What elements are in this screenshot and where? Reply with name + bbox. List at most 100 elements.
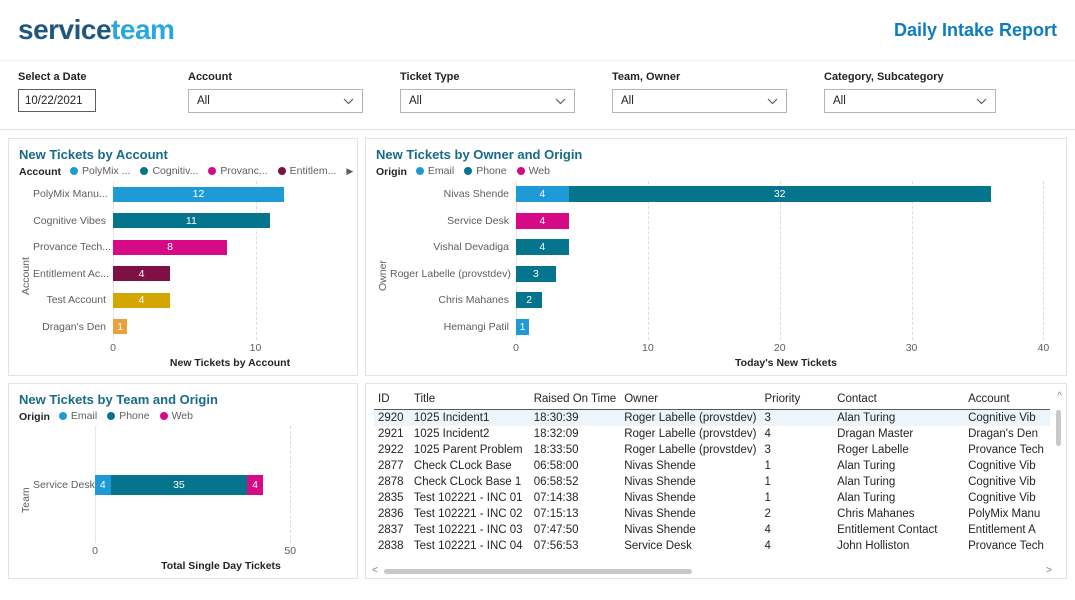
ticket-type-filter-dropdown[interactable]: All bbox=[400, 89, 575, 113]
column-header[interactable]: Raised On Time bbox=[529, 390, 621, 410]
column-header[interactable]: Contact bbox=[833, 390, 965, 410]
y-axis-title: Owner bbox=[377, 260, 389, 292]
legend-item[interactable]: Provanc... bbox=[208, 165, 268, 177]
bar-segment[interactable]: 35 bbox=[110, 474, 248, 495]
category-filter-dropdown[interactable]: All bbox=[824, 89, 996, 113]
bar-segment[interactable]: 4 bbox=[516, 212, 569, 229]
legend-label: Email bbox=[427, 165, 455, 177]
bar-track: 4 bbox=[113, 292, 341, 308]
bar-segment[interactable]: 8 bbox=[113, 239, 227, 255]
table-cell: 07:15:13 bbox=[533, 507, 579, 520]
table-cell: 1 bbox=[764, 459, 771, 472]
table-row[interactable]: 2877 Check CLock Base 06:58:00 Nivas Shende… bbox=[374, 458, 1050, 474]
bar-segment[interactable]: 4 bbox=[113, 266, 170, 282]
axis-tick-label: 30 bbox=[905, 342, 918, 354]
legend-dot-icon bbox=[140, 167, 149, 175]
dropdown-value: All bbox=[409, 95, 422, 107]
table-row[interactable]: 2920 1025 Incident1 18:30:39 Roger Labelle … bbox=[374, 409, 1050, 426]
bar-segment[interactable]: 3 bbox=[516, 265, 556, 282]
column-header[interactable]: ID bbox=[374, 390, 410, 410]
legend-dot-icon bbox=[107, 412, 116, 420]
chevron-down-icon bbox=[343, 98, 354, 104]
legend-item[interactable]: Phone bbox=[107, 410, 150, 422]
bar-rows: PolyMix Manu... 12 Cognitive Vibes 11 Provan… bbox=[33, 181, 347, 340]
table-cell: Alan Turing bbox=[837, 459, 896, 472]
filter-label: Select a Date bbox=[18, 71, 87, 83]
table-cell: 2922 bbox=[378, 443, 404, 456]
bar-segment[interactable]: 4 bbox=[247, 474, 263, 495]
legend-label: Web bbox=[171, 410, 193, 422]
legend-dot-icon bbox=[70, 167, 78, 175]
bar-segment[interactable]: 4 bbox=[516, 239, 569, 256]
table-cell: 1025 Parent Problem bbox=[413, 443, 523, 456]
bar-segment[interactable]: 11 bbox=[113, 213, 270, 229]
table-cell: 18:33:50 bbox=[533, 443, 579, 456]
filter-label: Account bbox=[188, 71, 232, 83]
table-cell: 07:14:38 bbox=[533, 491, 579, 504]
dropdown-value: All bbox=[621, 95, 634, 107]
filter-team-owner: Team, Owner All bbox=[612, 71, 824, 113]
chart-title: New Tickets by Account bbox=[19, 147, 168, 162]
column-header[interactable]: Title bbox=[409, 390, 530, 410]
column-header[interactable]: Owner bbox=[620, 390, 761, 410]
legend-item[interactable]: Phone bbox=[464, 165, 507, 177]
table-row[interactable]: 2921 1025 Incident2 18:32:09 Roger Labelle … bbox=[374, 426, 1050, 442]
legend-more-arrow[interactable]: ▶ bbox=[346, 166, 353, 177]
legend-item[interactable]: Entitlem... bbox=[277, 165, 336, 177]
report-title: Daily Intake Report bbox=[893, 19, 1057, 40]
legend-item[interactable]: Web bbox=[159, 410, 193, 422]
table-cell: Nivas Shende bbox=[624, 491, 696, 504]
bar-row: Service Desk 4 bbox=[390, 212, 1056, 229]
bar-row: Cognitive Vibes 11 bbox=[33, 213, 347, 229]
bar-segment[interactable]: 2 bbox=[516, 292, 543, 309]
bar-segment[interactable]: 4 bbox=[516, 186, 569, 203]
column-header[interactable]: Priority bbox=[760, 390, 834, 410]
logo-part-service: service bbox=[18, 14, 112, 45]
legend-item[interactable]: Email bbox=[415, 165, 455, 177]
legend-dot-icon bbox=[516, 167, 525, 175]
bar-segment[interactable]: 32 bbox=[568, 186, 991, 203]
bar-row: Dragan's Den 1 bbox=[33, 319, 347, 335]
horizontal-scrollbar-thumb[interactable] bbox=[384, 569, 692, 574]
bar-segment[interactable]: 1 bbox=[113, 319, 128, 335]
chart-plot: Owner Nivas Shende 4 32 Service Desk 4 Vishal… bbox=[376, 181, 1056, 371]
date-input[interactable] bbox=[18, 89, 96, 112]
account-filter-dropdown[interactable]: All bbox=[188, 89, 363, 113]
table-row[interactable]: 2837 Test 102221 - INC 03 07:47:50 Nivas Sh… bbox=[374, 522, 1050, 538]
column-header[interactable]: Account bbox=[964, 390, 1050, 410]
legend-label: Provanc... bbox=[220, 165, 268, 177]
filter-select-a-date: Select a Date bbox=[18, 71, 188, 113]
team-owner-filter-dropdown[interactable]: All bbox=[612, 89, 787, 113]
chart-legend: Origin Email Phone Web bbox=[376, 165, 1056, 178]
filter-bar: Select a Date Account All Ticket Type Al… bbox=[0, 61, 1075, 130]
legend-item[interactable]: PolyMix ... bbox=[70, 165, 130, 177]
legend-dot-icon bbox=[159, 412, 168, 420]
bar-segment[interactable]: 12 bbox=[113, 186, 284, 202]
table-row[interactable]: 2878 Check CLock Base 1 06:58:52 Nivas Shen… bbox=[374, 474, 1050, 490]
bar-track: 1 bbox=[113, 319, 341, 335]
table-row[interactable]: 2838 Test 102221 - INC 04 07:56:53 Service … bbox=[374, 538, 1050, 554]
category-label: Vishal Devadiga bbox=[433, 241, 509, 254]
legend-dot-icon bbox=[415, 167, 424, 175]
table-cell: Chris Mahanes bbox=[837, 507, 915, 520]
table-row[interactable]: 2836 Test 102221 - INC 02 07:15:13 Nivas Sh… bbox=[374, 506, 1050, 522]
bar-segment[interactable]: 4 bbox=[95, 474, 111, 495]
legend-item[interactable]: Web bbox=[516, 165, 550, 177]
table-cell: Alan Turing bbox=[837, 475, 896, 488]
bar-segment[interactable]: 1 bbox=[516, 318, 530, 335]
scroll-right-icon[interactable]: > bbox=[1046, 566, 1052, 576]
bar-segment[interactable]: 4 bbox=[113, 292, 170, 308]
category-label: Dragan's Den bbox=[42, 320, 106, 333]
legend-item[interactable]: Cognitiv... bbox=[140, 165, 198, 177]
bar-track: 4 bbox=[516, 212, 1050, 229]
legend-item[interactable]: Email bbox=[58, 410, 97, 422]
table-row[interactable]: 2922 1025 Parent Problem 18:33:50 Roger Lab… bbox=[374, 442, 1050, 458]
vertical-scrollbar-thumb[interactable] bbox=[1056, 410, 1061, 446]
scroll-up-icon[interactable]: ^ bbox=[1057, 392, 1062, 402]
table-cell: Cognitive Vib bbox=[968, 491, 1036, 504]
table-row[interactable]: 2835 Test 102221 - INC 01 07:14:38 Nivas Sh… bbox=[374, 490, 1050, 506]
x-axis-title: New Tickets by Account bbox=[169, 357, 291, 369]
scroll-left-icon[interactable]: < bbox=[372, 566, 378, 576]
category-label: Test Account bbox=[46, 294, 106, 307]
table-cell: Cognitive Vib bbox=[968, 475, 1036, 488]
